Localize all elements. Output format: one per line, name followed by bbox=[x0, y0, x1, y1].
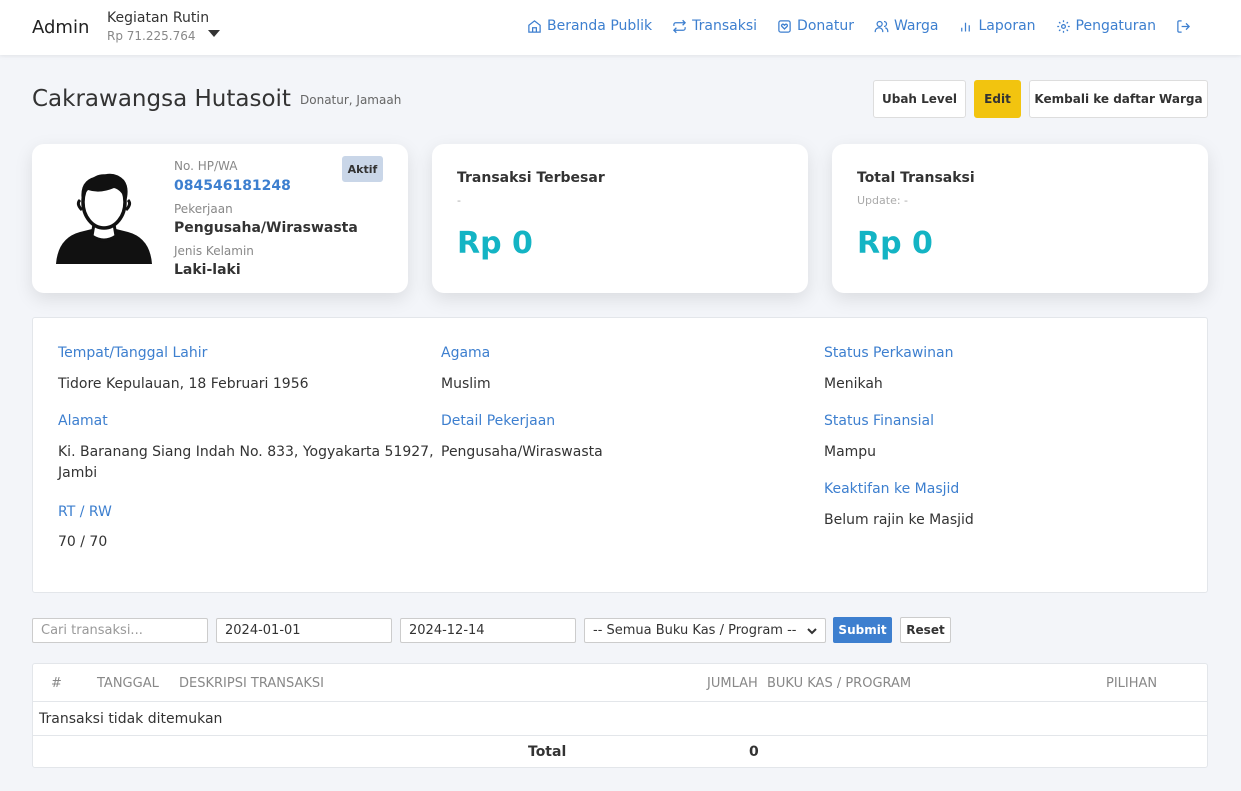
account-name: Kegiatan Rutin bbox=[107, 10, 210, 26]
column-header: # bbox=[51, 676, 62, 691]
mosque-activity-label: Keaktifan ke Masjid bbox=[824, 481, 960, 497]
chevron-down-icon bbox=[807, 627, 817, 634]
nav-item-label: Transaksi bbox=[692, 18, 758, 34]
card-title: Transaksi Terbesar bbox=[457, 170, 605, 186]
date-to-input[interactable] bbox=[400, 618, 576, 643]
financial-label: Status Finansial bbox=[824, 413, 934, 429]
transactions-table: # Tanggal Deskripsi Transaksi Jumlah Buk… bbox=[32, 663, 1208, 768]
rtrw-label: RT / RW bbox=[58, 504, 112, 520]
address-value-line1: Ki. Baranang Siang Indah No. 833, Yogyak… bbox=[58, 444, 434, 460]
users-icon bbox=[874, 20, 889, 32]
gear-icon bbox=[1056, 19, 1070, 33]
gender-label: Jenis Kelamin bbox=[174, 244, 254, 258]
column-header: Pilihan bbox=[1106, 676, 1158, 691]
search-input[interactable] bbox=[32, 618, 208, 643]
change-level-button[interactable]: Ubah Level bbox=[873, 80, 966, 118]
nav-item-transactions[interactable]: Transaksi bbox=[672, 18, 757, 34]
column-header[interactable]: Tanggal bbox=[97, 676, 159, 691]
birth-value: Tidore Kepulauan, 18 Februari 1956 bbox=[58, 376, 309, 392]
divider bbox=[33, 735, 1207, 736]
page-subtitle: Donatur, Jamaah bbox=[300, 93, 402, 107]
address-label: Alamat bbox=[58, 413, 108, 429]
reset-button[interactable]: Reset bbox=[900, 617, 951, 643]
back-to-list-button[interactable]: Kembali ke daftar Warga bbox=[1029, 80, 1208, 118]
card-value: Rp 0 bbox=[457, 226, 533, 261]
card-subtitle: - bbox=[457, 194, 461, 207]
column-header: Jumlah bbox=[707, 676, 758, 691]
nav-item-label: Donatur bbox=[797, 18, 854, 34]
details-panel: Tempat/Tanggal Lahir Tidore Kepulauan, 1… bbox=[32, 317, 1208, 593]
nav-item-label: Laporan bbox=[978, 18, 1036, 34]
empty-message: Transaksi tidak ditemukan bbox=[39, 711, 223, 727]
nav-item-donors[interactable]: Donatur bbox=[777, 18, 854, 34]
card-title: Total Transaksi bbox=[857, 170, 975, 186]
job-detail-label: Detail Pekerjaan bbox=[441, 413, 556, 429]
nav-item-home[interactable]: Beranda Publik bbox=[527, 18, 652, 34]
nav-item-settings[interactable]: Pengaturan bbox=[1056, 18, 1156, 34]
job-label: Pekerjaan bbox=[174, 202, 233, 216]
bar-chart-icon bbox=[961, 22, 971, 31]
phone-label: No. HP/WA bbox=[174, 159, 238, 173]
date-from-input[interactable] bbox=[216, 618, 392, 643]
nav-links: Beranda Publik Transaksi Donatur Warga L… bbox=[507, 18, 1191, 34]
phone-link[interactable]: 084546181248 bbox=[174, 178, 291, 194]
submit-button[interactable]: Submit bbox=[833, 617, 892, 643]
marital-label: Status Perkawinan bbox=[824, 345, 954, 361]
address-value-line2: Jambi bbox=[58, 465, 98, 481]
total-transaction-card: Total Transaksi Update: - Rp 0 bbox=[832, 144, 1208, 293]
nav-item-label: Warga bbox=[893, 18, 939, 34]
total-value: 0 bbox=[749, 744, 759, 760]
logout-button[interactable] bbox=[1176, 19, 1191, 34]
largest-transaction-card: Transaksi Terbesar - Rp 0 bbox=[432, 144, 808, 293]
user-avatar-icon bbox=[56, 173, 152, 264]
account-switcher[interactable]: Kegiatan Rutin Rp 71.225.764 bbox=[107, 10, 209, 43]
mosque-activity-value: Belum rajin ke Masjid bbox=[824, 512, 974, 528]
status-badge: Aktif bbox=[342, 156, 383, 182]
heart-box-icon bbox=[778, 19, 791, 33]
page-title: Cakrawangsa Hutasoit bbox=[32, 86, 291, 112]
program-select-value: -- Semua Buku Kas / Program -- bbox=[593, 623, 797, 638]
card-value: Rp 0 bbox=[857, 226, 933, 261]
brand-label[interactable]: Admin bbox=[32, 17, 89, 38]
financial-value: Mampu bbox=[824, 444, 877, 460]
caret-down-icon[interactable] bbox=[208, 30, 220, 37]
program-select[interactable]: -- Semua Buku Kas / Program -- bbox=[584, 618, 826, 643]
nav-item-residents[interactable]: Warga bbox=[874, 18, 939, 34]
logout-icon bbox=[1177, 19, 1191, 33]
home-icon bbox=[528, 19, 541, 33]
profile-card: Aktif No. HP/WA 084546181248 Pekerjaan P… bbox=[32, 144, 408, 293]
divider bbox=[33, 701, 1207, 702]
job-detail-value: Pengusaha/Wiraswasta bbox=[441, 444, 603, 460]
nav-item-label: Beranda Publik bbox=[546, 18, 653, 34]
birth-label: Tempat/Tanggal Lahir bbox=[58, 345, 208, 361]
gender-value: Laki-laki bbox=[174, 262, 241, 278]
nav-item-label: Pengaturan bbox=[1075, 18, 1156, 34]
card-subtitle: Update: - bbox=[857, 194, 909, 207]
total-label: Total bbox=[528, 744, 567, 760]
religion-label: Agama bbox=[441, 345, 491, 361]
job-value: Pengusaha/Wiraswasta bbox=[174, 220, 358, 236]
account-balance: Rp 71.225.764 bbox=[107, 29, 196, 43]
nav-item-reports[interactable]: Laporan bbox=[958, 18, 1036, 34]
marital-value: Menikah bbox=[824, 376, 883, 392]
religion-value: Muslim bbox=[441, 376, 491, 392]
top-navbar: Admin Kegiatan Rutin Rp 71.225.764 Beran… bbox=[0, 0, 1241, 55]
edit-button[interactable]: Edit bbox=[974, 80, 1021, 118]
repeat-icon bbox=[673, 19, 687, 33]
rtrw-value: 70 / 70 bbox=[58, 534, 108, 550]
column-header: Buku Kas / Program bbox=[767, 676, 912, 691]
column-header: Deskripsi Transaksi bbox=[179, 676, 324, 691]
